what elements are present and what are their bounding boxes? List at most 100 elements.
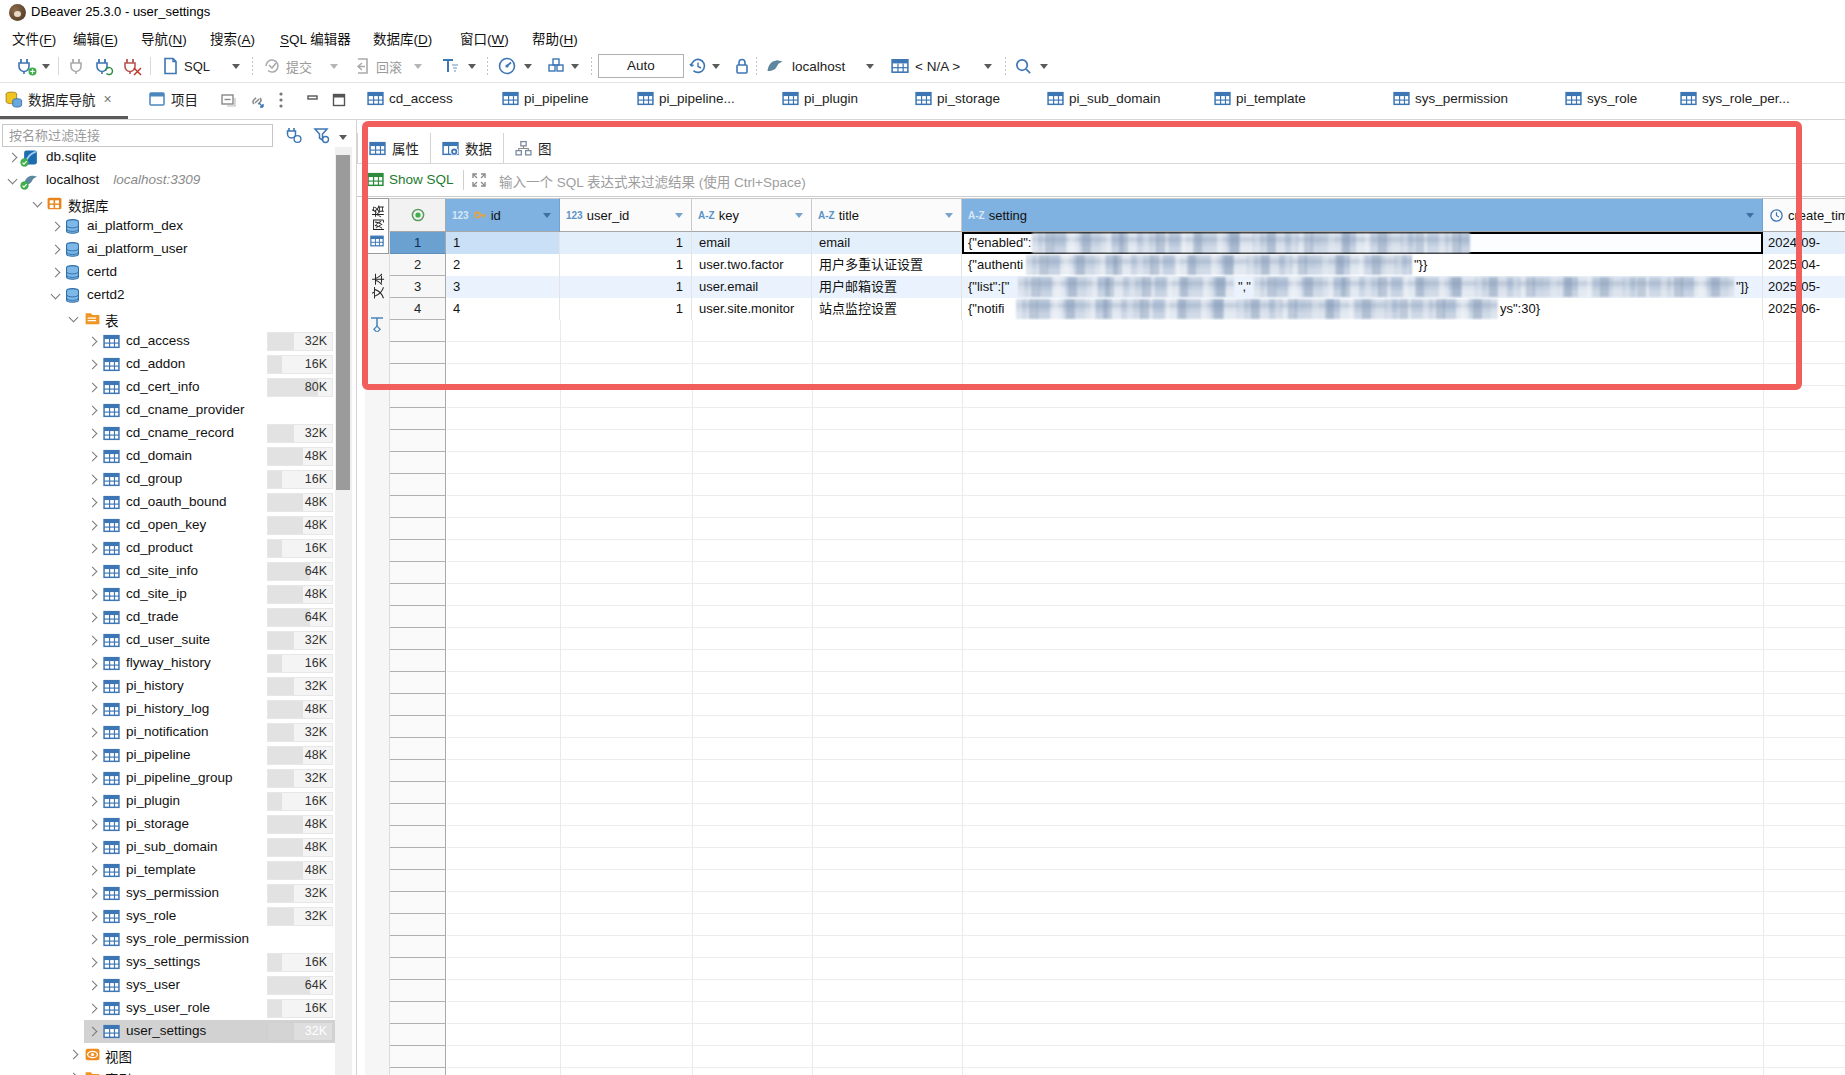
chevron-icon[interactable] xyxy=(8,153,18,163)
column-header-id[interactable]: 123 id xyxy=(446,198,560,232)
tree-item[interactable]: 表 xyxy=(0,307,335,330)
row-number[interactable]: 2 xyxy=(390,254,446,276)
tree-item[interactable]: ai_platform_user xyxy=(0,238,335,261)
editor-tab[interactable]: sys_role_per... xyxy=(1680,90,1790,107)
editor-tab[interactable]: pi_sub_domain xyxy=(1047,90,1161,107)
tree-item[interactable]: sys_permission 32K xyxy=(0,882,335,905)
tree-item[interactable]: pi_notification 32K xyxy=(0,721,335,744)
cell-title[interactable]: email xyxy=(812,232,962,254)
view-menu-icon[interactable] xyxy=(277,90,285,114)
grid-view-tab[interactable]: 网格 xyxy=(365,198,389,254)
tree-item[interactable]: cd_access 32K xyxy=(0,330,335,353)
tree-item[interactable]: 数据库 xyxy=(0,192,335,215)
chevron-icon[interactable] xyxy=(51,222,61,232)
tree-item[interactable]: certd xyxy=(0,261,335,284)
chevron-icon[interactable] xyxy=(88,636,98,646)
sql-editor-button[interactable]: SQL xyxy=(160,56,210,76)
menu-item[interactable]: 窗口(W) xyxy=(460,28,509,48)
tree-item[interactable]: cd_product 16K xyxy=(0,537,335,560)
chevron-icon[interactable] xyxy=(88,521,98,531)
chevron-icon[interactable] xyxy=(88,912,98,922)
tasks-button[interactable] xyxy=(546,56,566,76)
chevron-icon[interactable] xyxy=(88,958,98,968)
chevron-icon[interactable] xyxy=(88,866,98,876)
chevron-icon[interactable] xyxy=(88,475,98,485)
select-all-corner[interactable] xyxy=(390,198,446,232)
tree-item[interactable]: pi_pipeline_group 32K xyxy=(0,767,335,790)
connection-dropdown[interactable] xyxy=(866,56,874,76)
tree-item[interactable]: cd_user_suite 32K xyxy=(0,629,335,652)
menu-item[interactable]: 文件(F) xyxy=(12,28,56,48)
tree-item[interactable]: localhostlocalhost:3309 xyxy=(0,169,335,192)
column-dropdown-icon[interactable] xyxy=(675,213,683,218)
maximize-icon[interactable] xyxy=(331,92,347,112)
cell-title[interactable]: 用户邮箱设置 xyxy=(812,276,962,298)
chevron-icon[interactable] xyxy=(88,682,98,692)
chevron-icon[interactable] xyxy=(88,567,98,577)
grid-row[interactable]: 4 4 1 user.site.monitor 站点监控设置 {"notifi … xyxy=(390,298,1845,320)
chevron-icon[interactable] xyxy=(88,774,98,784)
editor-tab[interactable]: pi_storage xyxy=(915,90,1000,107)
chevron-icon[interactable] xyxy=(51,290,61,300)
chevron-icon[interactable] xyxy=(88,659,98,669)
tree-item[interactable]: cd_site_info 64K xyxy=(0,560,335,583)
sql-editor-dropdown[interactable] xyxy=(232,56,240,76)
chevron-icon[interactable] xyxy=(8,175,18,185)
tree-item[interactable]: pi_pipeline 48K xyxy=(0,744,335,767)
tree-item[interactable]: cd_cname_record 32K xyxy=(0,422,335,445)
chevron-icon[interactable] xyxy=(88,613,98,623)
chevron-icon[interactable] xyxy=(88,935,98,945)
chevron-icon[interactable] xyxy=(69,313,79,323)
commit-button[interactable]: 提交 xyxy=(262,56,312,76)
refresh-dropdown[interactable] xyxy=(712,56,720,76)
chevron-icon[interactable] xyxy=(88,383,98,393)
chevron-icon[interactable] xyxy=(51,245,61,255)
chevron-icon[interactable] xyxy=(88,728,98,738)
chevron-icon[interactable] xyxy=(69,1050,79,1060)
tree-item[interactable]: db.sqlite xyxy=(0,146,335,169)
editor-tab[interactable]: cd_access xyxy=(367,90,453,107)
tree-item[interactable]: cd_domain 48K xyxy=(0,445,335,468)
connection-filter-input[interactable]: 按名称过滤连接 xyxy=(2,124,273,147)
search-button[interactable] xyxy=(1014,56,1033,76)
sql-filter-input[interactable]: 输入一个 SQL 表达式来过滤结果 (使用 Ctrl+Space) xyxy=(499,171,806,191)
tree-item[interactable]: pi_storage 48K xyxy=(0,813,335,836)
cell-user-id[interactable]: 1 xyxy=(560,298,692,320)
tree-scrollbar[interactable] xyxy=(335,147,352,1075)
row-number[interactable]: 1 xyxy=(390,232,446,254)
tree-item[interactable]: pi_sub_domain 48K xyxy=(0,836,335,859)
text-view-tab[interactable]: 文本 xyxy=(365,264,389,308)
tree-item[interactable]: flyway_history 16K xyxy=(0,652,335,675)
column-dropdown-icon[interactable] xyxy=(1746,213,1754,218)
chevron-icon[interactable] xyxy=(88,1004,98,1014)
chevron-icon[interactable] xyxy=(33,198,43,208)
cell-setting[interactable]: {"list":[" "," "]} xyxy=(962,276,1763,298)
database-dropdown[interactable] xyxy=(984,56,992,76)
editor-tab[interactable]: pi_pipeline xyxy=(502,90,589,107)
rollback-button[interactable]: 回滚 xyxy=(352,56,402,76)
tab-properties[interactable]: 属性 xyxy=(357,133,431,163)
lock-button[interactable] xyxy=(732,56,752,76)
tree-item[interactable]: pi_history_log 48K xyxy=(0,698,335,721)
column-header-key[interactable]: A-Z key xyxy=(692,198,812,232)
show-sql-button[interactable]: Show SQL xyxy=(367,171,454,188)
tree-item[interactable]: cd_group 16K xyxy=(0,468,335,491)
chevron-icon[interactable] xyxy=(88,843,98,853)
chevron-icon[interactable] xyxy=(88,751,98,761)
cell-create-time[interactable]: 2025-04- xyxy=(1763,254,1845,276)
cell-setting[interactable]: {"notifi ys":30} xyxy=(962,298,1763,320)
column-header-create-time[interactable]: create_tim xyxy=(1763,198,1845,232)
cell-key[interactable]: email xyxy=(692,232,812,254)
transaction-dropdown[interactable] xyxy=(468,56,476,76)
connection-selector[interactable]: localhost xyxy=(792,56,845,76)
tree-item[interactable]: 视图 xyxy=(0,1043,335,1066)
close-tab-icon[interactable]: × xyxy=(104,91,112,107)
tree-item[interactable]: sys_settings 16K xyxy=(0,951,335,974)
column-header-title[interactable]: A-Z title xyxy=(812,198,962,232)
chevron-icon[interactable] xyxy=(88,797,98,807)
filter-dropdown[interactable] xyxy=(339,135,347,140)
grid-row[interactable]: 3 3 1 user.email 用户邮箱设置 {"list":[" "," "… xyxy=(390,276,1845,298)
menu-item[interactable]: 数据库(D) xyxy=(373,28,432,48)
tab-data[interactable]: 数据 xyxy=(431,133,504,163)
menu-item[interactable]: SQL 编辑器 xyxy=(280,28,351,48)
